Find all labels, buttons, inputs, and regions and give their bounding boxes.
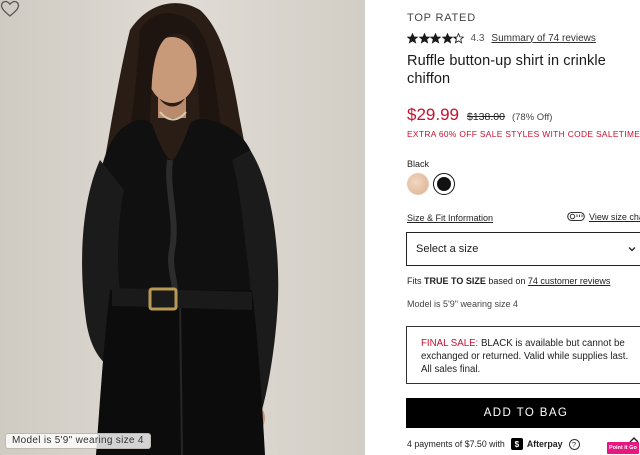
swatch-fill bbox=[436, 176, 451, 191]
color-label: Black bbox=[407, 159, 430, 169]
size-select-placeholder: Select a size bbox=[416, 243, 479, 255]
final-sale-label: FINAL SALE: bbox=[421, 338, 479, 349]
rating-row: 4.3 Summary of 74 reviews bbox=[407, 31, 596, 45]
final-sale-notice: FINAL SALE: BLACK is available but canno… bbox=[406, 326, 640, 384]
afterpay-row: 4 payments of $7.50 with $ Afterpay ? bbox=[407, 437, 580, 451]
fit-middle: based on bbox=[485, 276, 528, 286]
info-icon[interactable]: ? bbox=[568, 438, 580, 450]
reviews-summary-link[interactable]: Summary of 74 reviews bbox=[491, 33, 595, 44]
chevron-up-icon[interactable] bbox=[627, 434, 640, 446]
top-rated-badge: TOP RATED bbox=[407, 12, 476, 24]
product-photo: Model is 5'9" wearing size 4 bbox=[0, 0, 365, 455]
customer-reviews-link[interactable]: 74 customer reviews bbox=[528, 276, 611, 286]
discount-percent: (78% Off) bbox=[511, 112, 553, 123]
color-swatch-black[interactable] bbox=[433, 173, 455, 195]
afterpay-logo: $ Afterpay bbox=[510, 438, 563, 450]
color-swatch-nude[interactable] bbox=[407, 173, 429, 195]
afterpay-brand: Afterpay bbox=[526, 439, 563, 449]
model-size-info: Model is 5'9" wearing size 4 bbox=[407, 299, 518, 309]
sale-price: $29.99 bbox=[407, 105, 459, 124]
size-chart-label: View size cha bbox=[589, 211, 640, 222]
promo-message: EXTRA 60% OFF SALE STYLES WITH CODE SALE… bbox=[407, 129, 640, 139]
size-fit-info-link[interactable]: Size & Fit Information bbox=[407, 213, 493, 223]
product-title: Ruffle button-up shirt in crinkle chiffo… bbox=[407, 53, 606, 87]
star-icon bbox=[430, 32, 441, 44]
rating-stars bbox=[407, 32, 465, 44]
original-price: $138.00 bbox=[467, 111, 505, 123]
rating-value: 4.3 bbox=[470, 32, 485, 44]
chevron-down-icon bbox=[628, 247, 636, 252]
size-select[interactable]: Select a size bbox=[406, 232, 640, 266]
model-illustration bbox=[0, 0, 365, 455]
fit-summary: Fits TRUE TO SIZE based on 74 customer r… bbox=[407, 276, 610, 286]
fit-prefix: Fits bbox=[407, 276, 424, 286]
star-icon bbox=[441, 32, 453, 44]
star-icon bbox=[407, 32, 418, 44]
star-icon bbox=[453, 32, 464, 44]
view-size-chart-link[interactable]: View size cha bbox=[567, 211, 640, 222]
afterpay-icon: $ bbox=[510, 438, 523, 450]
tape-measure-icon bbox=[567, 211, 585, 222]
star-icon bbox=[418, 32, 430, 44]
fit-value: TRUE TO SIZE bbox=[424, 276, 486, 286]
photo-model-caption: Model is 5'9" wearing size 4 bbox=[5, 433, 151, 449]
add-to-bag-button[interactable]: ADD TO BAG bbox=[406, 398, 640, 428]
heart-icon[interactable] bbox=[0, 0, 20, 18]
price-row: $29.99 $138.00 (78% Off) bbox=[407, 105, 552, 125]
product-details-panel: TOP RATED 4.3 Summary of 74 reviews Ruff… bbox=[365, 0, 640, 455]
afterpay-text: 4 payments of $7.50 with bbox=[407, 439, 505, 449]
